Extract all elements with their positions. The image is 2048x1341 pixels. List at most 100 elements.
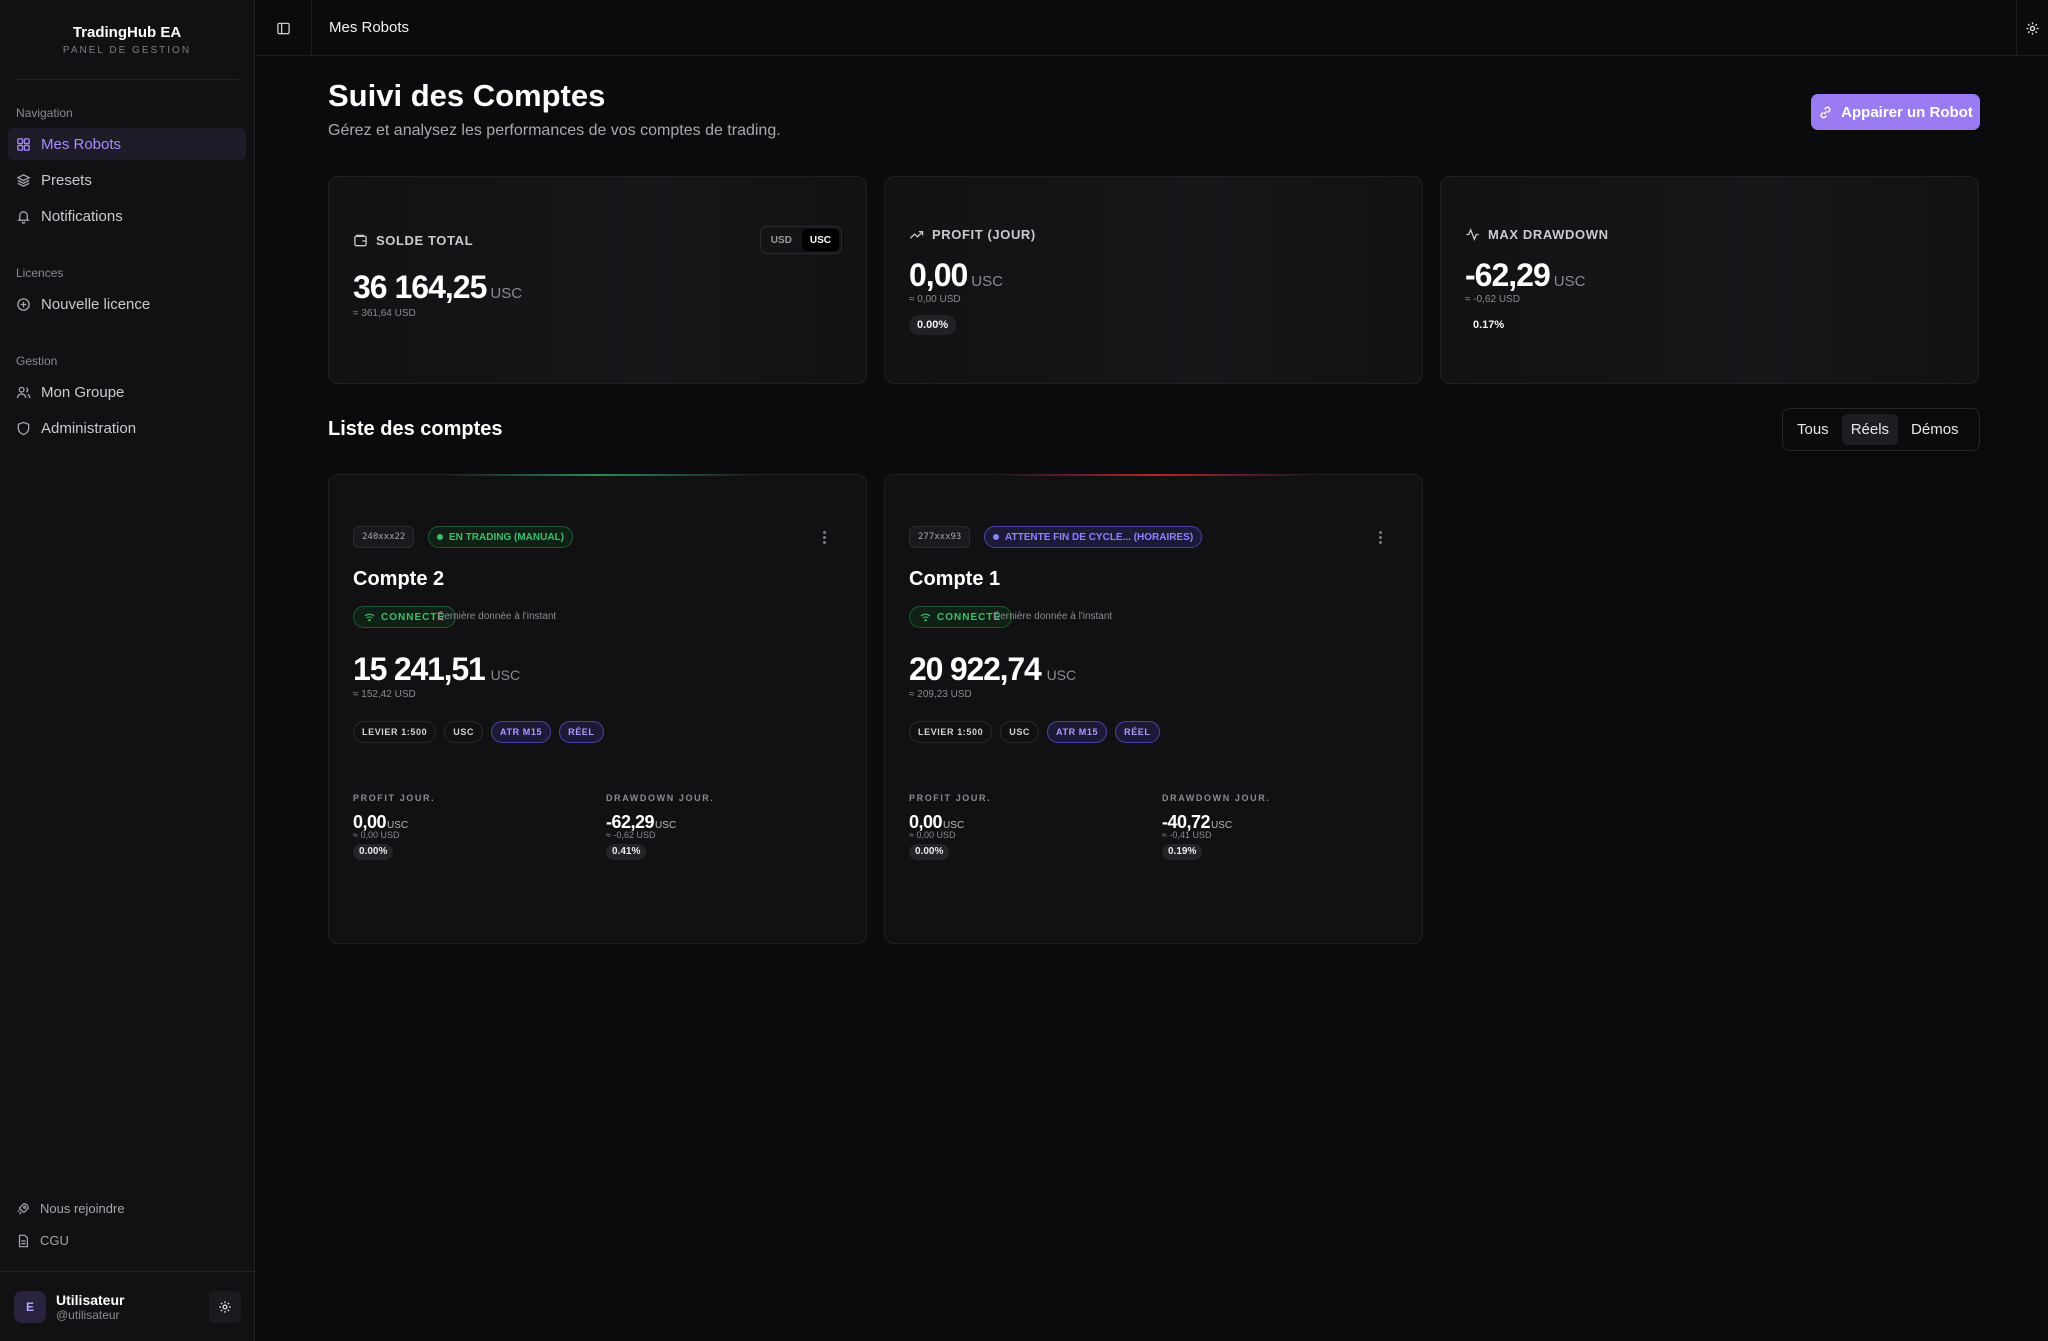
metric-profit: PROFIT JOUR. 0,00USC ≈ 0,00 USD 0.00%	[353, 793, 435, 860]
metric-unit: USC	[1211, 820, 1233, 831]
stat-unit: USC	[1553, 273, 1586, 290]
bell-icon	[17, 210, 30, 224]
connection-text: CONNECTÉ	[381, 611, 446, 623]
stat-unit: USC	[490, 285, 523, 302]
sidebar-item-mon-groupe[interactable]: Mon Groupe	[8, 376, 246, 408]
wifi-icon	[920, 613, 931, 621]
account-balance: 15 241,51 USC	[353, 651, 520, 688]
brand: TradingHub EA PANEL DE GESTION	[16, 0, 238, 80]
stat-label: PROFIT (JOUR)	[932, 227, 1036, 242]
stat-approx: ≈ 0,00 USD	[909, 294, 961, 305]
layers-icon	[16, 173, 31, 187]
rocket-icon	[17, 1202, 29, 1215]
sidebar-item-nouvelle-licence[interactable]: Nouvelle licence	[8, 288, 246, 320]
nav-section-licences: Licences	[16, 266, 64, 280]
stat-header: SOLDE TOTAL	[353, 233, 473, 248]
card-accent-line	[995, 474, 1315, 476]
wifi-icon	[364, 613, 375, 621]
sidebar-item-administration[interactable]: Administration	[8, 412, 246, 444]
currency-option-usd[interactable]: USD	[763, 229, 800, 251]
stat-value: -62,29 USC	[1465, 257, 1585, 294]
balance-number: 20 922,74	[909, 651, 1042, 687]
stat-pct-badge: 0.17%	[1473, 319, 1505, 331]
pair-robot-button[interactable]: Appairer un Robot	[1811, 94, 1980, 130]
sidebar-toggle-icon	[277, 22, 290, 34]
filter-reels[interactable]: Réels	[1841, 414, 1899, 445]
metric-drawdown: DRAWDOWN JOUR. -40,72USC ≈ -0,41 USD 0.1…	[1162, 793, 1270, 860]
sidebar-item-label: Mon Groupe	[41, 383, 125, 401]
user-info: Utilisateur @utilisateur	[56, 1292, 124, 1322]
filter-demos[interactable]: Démos	[1902, 414, 1968, 445]
pair-robot-label: Appairer un Robot	[1841, 103, 1973, 121]
metric-approx: ≈ 0,00 USD	[909, 830, 956, 840]
status-dot	[993, 534, 999, 540]
filter-tous[interactable]: Tous	[1788, 414, 1838, 445]
sidebar-item-presets[interactable]: Presets	[8, 164, 246, 196]
nav-section-gestion: Gestion	[16, 354, 58, 368]
sidebar-item-label: Mes Robots	[41, 135, 122, 153]
account-card[interactable]: 240xxx22 EN TRADING (MANUAL) Compte 2 CO…	[328, 474, 867, 944]
metric-drawdown: DRAWDOWN JOUR. -62,29USC ≈ -0,62 USD 0.4…	[606, 793, 714, 860]
gear-icon	[219, 1300, 231, 1313]
status-badge: EN TRADING (MANUAL)	[428, 526, 573, 548]
footer-link-cgu[interactable]: CGU	[16, 1233, 69, 1248]
footer-link-label: Nous rejoindre	[40, 1201, 125, 1216]
sidebar-item-label: Presets	[41, 171, 92, 189]
balance-approx: ≈ 209,23 USD	[909, 689, 972, 700]
stat-card-profit: PROFIT (JOUR) 0,00 USC ≈ 0,00 USD 0.00%	[884, 176, 1423, 384]
stat-number: 36 164,25	[353, 269, 487, 305]
more-options-button[interactable]	[816, 528, 832, 546]
link-icon	[1820, 106, 1831, 118]
settings-button[interactable]	[2016, 0, 2048, 56]
account-card[interactable]: 277xxx93 ATTENTE FIN DE CYCLE... (HORAIR…	[884, 474, 1423, 944]
tag-currency: USC	[1000, 721, 1040, 743]
stat-number: -62,29	[1465, 257, 1551, 293]
metric-pct-badge: 0.41%	[606, 844, 647, 860]
gear-icon	[2026, 21, 2039, 35]
activity-icon	[1466, 228, 1479, 241]
metric-pct-badge: 0.19%	[1162, 844, 1203, 860]
stat-number: 0,00	[909, 257, 968, 293]
metric-pct-badge: 0.00%	[909, 844, 950, 860]
tag-strategy: ATR M15	[491, 721, 552, 743]
breadcrumb: Mes Robots	[329, 19, 410, 36]
metric-label: DRAWDOWN JOUR.	[606, 793, 715, 803]
more-options-button[interactable]	[1372, 528, 1388, 546]
users-icon	[16, 386, 31, 398]
currency-option-usc[interactable]: USC	[801, 229, 839, 251]
last-data-text: Dernière donnée à l'instant	[993, 611, 1113, 622]
account-id-chip: 277xxx93	[909, 526, 971, 548]
stat-pct-badge: 0.00%	[909, 315, 957, 335]
status-badge: ATTENTE FIN DE CYCLE... (HORAIRES)	[984, 526, 1203, 548]
page-title: Suivi des Comptes	[328, 78, 606, 113]
sidebar-item-notifications[interactable]: Notifications	[8, 200, 246, 232]
user-profile[interactable]: E Utilisateur @utilisateur	[0, 1271, 255, 1341]
sidebar-item-mes-robots[interactable]: Mes Robots	[8, 128, 246, 160]
stat-value: 36 164,25 USC	[353, 269, 522, 306]
balance-unit: USC	[1046, 667, 1077, 683]
balance-unit: USC	[490, 667, 521, 683]
stat-label: MAX DRAWDOWN	[1488, 227, 1609, 242]
footer-link-nous-rejoindre[interactable]: Nous rejoindre	[16, 1201, 125, 1216]
stat-approx: ≈ 361,64 USD	[353, 308, 416, 319]
metric-number: -40,72	[1162, 812, 1211, 832]
currency-toggle[interactable]: USD USC	[759, 226, 842, 254]
footer-link-label: CGU	[40, 1233, 69, 1248]
shield-icon	[17, 421, 30, 435]
account-tags: LEVIER 1:500 USC ATR M15 RÉEL	[353, 721, 604, 743]
avatar: E	[14, 1290, 46, 1323]
stat-label: SOLDE TOTAL	[376, 233, 474, 248]
metric-unit: USC	[655, 820, 677, 831]
tag-currency: USC	[444, 721, 484, 743]
metric-profit: PROFIT JOUR. 0,00USC ≈ 0,00 USD 0.00%	[909, 793, 991, 860]
metric-label: DRAWDOWN JOUR.	[1162, 793, 1271, 803]
card-accent-line	[439, 474, 759, 476]
tag-leverage: LEVIER 1:500	[353, 721, 437, 743]
sidebar-toggle-button[interactable]	[256, 0, 312, 56]
account-balance: 20 922,74 USC	[909, 651, 1076, 688]
last-data-text: Dernière donnée à l'instant	[437, 611, 557, 622]
grid-icon	[17, 137, 30, 151]
topbar: Mes Robots	[256, 0, 2048, 56]
user-settings-button[interactable]	[209, 1290, 241, 1323]
page-subtitle: Gérez et analysez les performances de vo…	[328, 122, 781, 139]
